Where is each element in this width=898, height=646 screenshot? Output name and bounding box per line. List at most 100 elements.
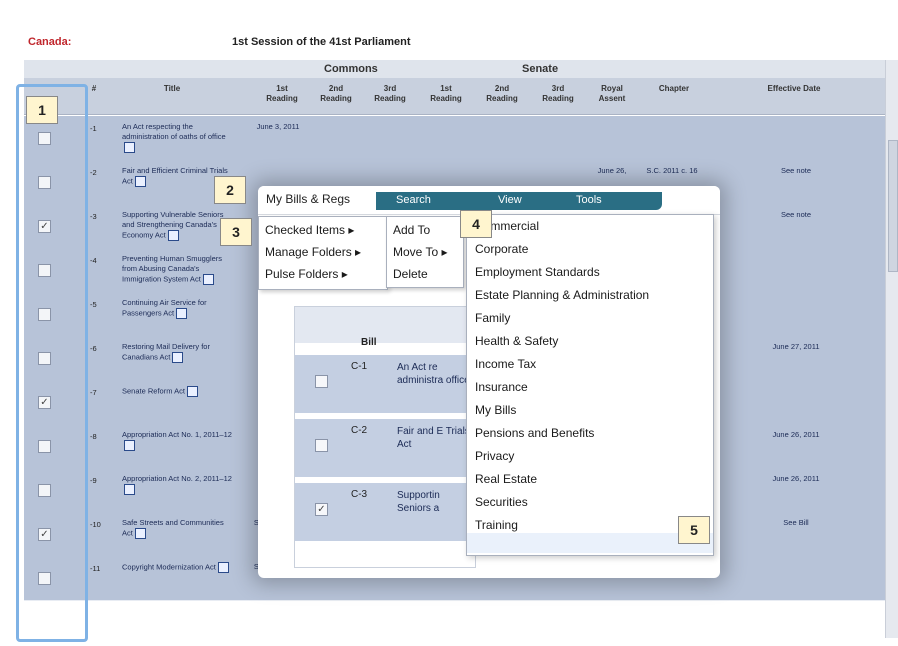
senate-group-label: Senate (522, 63, 559, 75)
page-header: Canada: 1st Session of the 41st Parliame… (0, 30, 898, 50)
inner-bills-table: Bill C-1 An Act re administra office C-2 Fa… (294, 306, 476, 568)
row-number: -2 (90, 168, 97, 177)
vertical-scrollbar[interactable] (885, 60, 898, 638)
nav-view[interactable]: View (498, 194, 522, 206)
callout-4: 4 (460, 210, 492, 238)
row-number: -6 (90, 344, 97, 353)
inner-bill-title[interactable]: Fair and E Trials Act (397, 425, 473, 451)
inner-row-checkbox[interactable]: ✓ (315, 503, 328, 516)
document-icon[interactable] (124, 142, 135, 153)
row-number: -10 (90, 520, 101, 529)
folder-menu-item[interactable]: Insurance (475, 380, 528, 394)
column-header: # Title 1st Reading 2nd Reading 3rd Read… (24, 78, 886, 115)
folder-menu-item[interactable]: Securities (475, 495, 528, 509)
nav-search[interactable]: Search (396, 194, 431, 206)
folder-menu-item[interactable]: My Bills (475, 403, 516, 417)
cell-chapter: S.C. 2011 c. 16 (646, 166, 698, 175)
callout-3: 3 (220, 218, 252, 246)
bill-title-link[interactable]: Safe Streets and Communities Act (122, 518, 234, 539)
menu-item-manage-folders[interactable]: Manage Folders ▸ (265, 245, 361, 259)
row-number: -3 (90, 212, 97, 221)
document-icon[interactable] (124, 484, 135, 495)
document-icon[interactable] (217, 562, 229, 573)
folder-menu-item[interactable]: Privacy (475, 449, 514, 463)
inner-row-checkbox[interactable] (315, 439, 328, 452)
folder-menu-item[interactable]: Pensions and Benefits (475, 426, 594, 440)
col-effective-date: Effective Date (767, 84, 821, 93)
mybills-menu-button[interactable]: My Bills & Regs (266, 192, 350, 206)
inner-table-header (295, 307, 475, 343)
col-commons-3rd: 3rd Reading (374, 84, 406, 103)
folder-menu-item[interactable]: Corporate (475, 242, 528, 256)
document-icon[interactable] (134, 176, 146, 187)
menu-item-delete[interactable]: Delete (393, 267, 428, 281)
session-title: 1st Session of the 41st Parliament (232, 36, 411, 48)
folder-menu-item[interactable]: Family (475, 311, 510, 325)
col-commons-1st: 1st Reading (266, 84, 298, 103)
document-icon[interactable] (202, 274, 214, 285)
folder-menu-item[interactable]: Estate Planning & Administration (475, 288, 649, 302)
bill-title-link[interactable]: Continuing Air Service for Passengers Ac… (122, 298, 234, 319)
col-chapter: Chapter (658, 84, 690, 93)
menu-level-2: Add To Move To ▸ Delete (386, 216, 464, 288)
folder-menu-item[interactable]: Employment Standards (475, 265, 600, 279)
row-number: -8 (90, 432, 97, 441)
col-senate-2nd: 2nd Reading (486, 84, 518, 103)
document-icon[interactable] (167, 230, 179, 241)
bill-title-link[interactable]: Preventing Human Smugglers from Abusing … (122, 254, 234, 285)
col-commons-2nd: 2nd Reading (320, 84, 352, 103)
row-number: -4 (90, 256, 97, 265)
nav-bar: Search View Tools (376, 192, 662, 210)
bill-title-link[interactable]: An Act respecting the administration of … (122, 122, 234, 153)
bill-title-link[interactable]: Senate Reform Act (122, 386, 234, 397)
inner-bill-number: C-1 (351, 361, 368, 372)
bill-title-link[interactable]: Supporting Vulnerable Seniors and Streng… (122, 210, 234, 241)
inner-bill-number: C-2 (351, 425, 368, 436)
mybills-menu-popup: My Bills & Regs Search View Tools Bill C… (258, 186, 720, 578)
menu-item-pulse-folders[interactable]: Pulse Folders ▸ (265, 267, 348, 281)
cell-assent: June 26, (597, 166, 627, 175)
folder-menu-item[interactable]: Income Tax (475, 357, 536, 371)
table-row: -1 An Act respecting the administration o… (24, 116, 886, 161)
folder-menu-item[interactable]: Real Estate (475, 472, 537, 486)
row-number: -9 (90, 476, 97, 485)
row-number: -7 (90, 388, 97, 397)
menu-item-checked-items[interactable]: Checked Items ▸ (265, 223, 354, 237)
menu-item-add-to[interactable]: Add To (393, 223, 430, 237)
folder-menu-item[interactable]: Training (475, 518, 518, 532)
folder-menu-item[interactable]: Health & Safety (475, 334, 558, 348)
document-icon[interactable] (172, 352, 184, 363)
bill-title-link[interactable]: Appropriation Act No. 1, 2011–12 (122, 430, 234, 451)
cell-effective: See Bill (783, 518, 809, 527)
cell-c1: June 3, 2011 (256, 122, 300, 131)
document-icon[interactable] (134, 528, 146, 539)
inner-bill-title[interactable]: An Act re administra office (397, 361, 473, 387)
inner-bill-title[interactable]: Supportin Seniors a (397, 489, 473, 515)
menu-item-move-to[interactable]: Move To ▸ (393, 245, 448, 259)
inner-table-row: C-1 An Act re administra office (295, 355, 475, 414)
cell-effective: June 26, 2011 (772, 474, 820, 483)
highlight-training (467, 533, 713, 553)
commons-group-label: Commons (324, 63, 378, 75)
country-label: Canada: (28, 36, 72, 48)
document-icon[interactable] (186, 386, 198, 397)
col-senate-3rd: 3rd Reading (542, 84, 574, 103)
col-title: Title (163, 84, 181, 93)
row-number: -1 (90, 124, 97, 133)
callout-2: 2 (214, 176, 246, 204)
inner-row-checkbox[interactable] (315, 375, 328, 388)
inner-bill-header: Bill (361, 337, 377, 348)
callout-5: 5 (678, 516, 710, 544)
nav-tools[interactable]: Tools (576, 194, 602, 206)
document-icon[interactable] (124, 440, 135, 451)
scroll-thumb[interactable] (888, 140, 898, 272)
bill-title-link[interactable]: Copyright Modernization Act (122, 562, 234, 573)
cell-effective: June 26, 2011 (772, 430, 820, 439)
document-icon[interactable] (176, 308, 188, 319)
inner-table-row: C-2 Fair and E Trials Act (295, 419, 475, 478)
bill-title-link[interactable]: Appropriation Act No. 2, 2011–12 (122, 474, 234, 495)
cell-effective: See note (780, 166, 812, 175)
bill-title-link[interactable]: Restoring Mail Delivery for Canadians Ac… (122, 342, 234, 363)
menu-level-3-folders: Commercial Corporate Employment Standards E… (466, 214, 714, 556)
col-senate-1st: 1st Reading (430, 84, 462, 103)
